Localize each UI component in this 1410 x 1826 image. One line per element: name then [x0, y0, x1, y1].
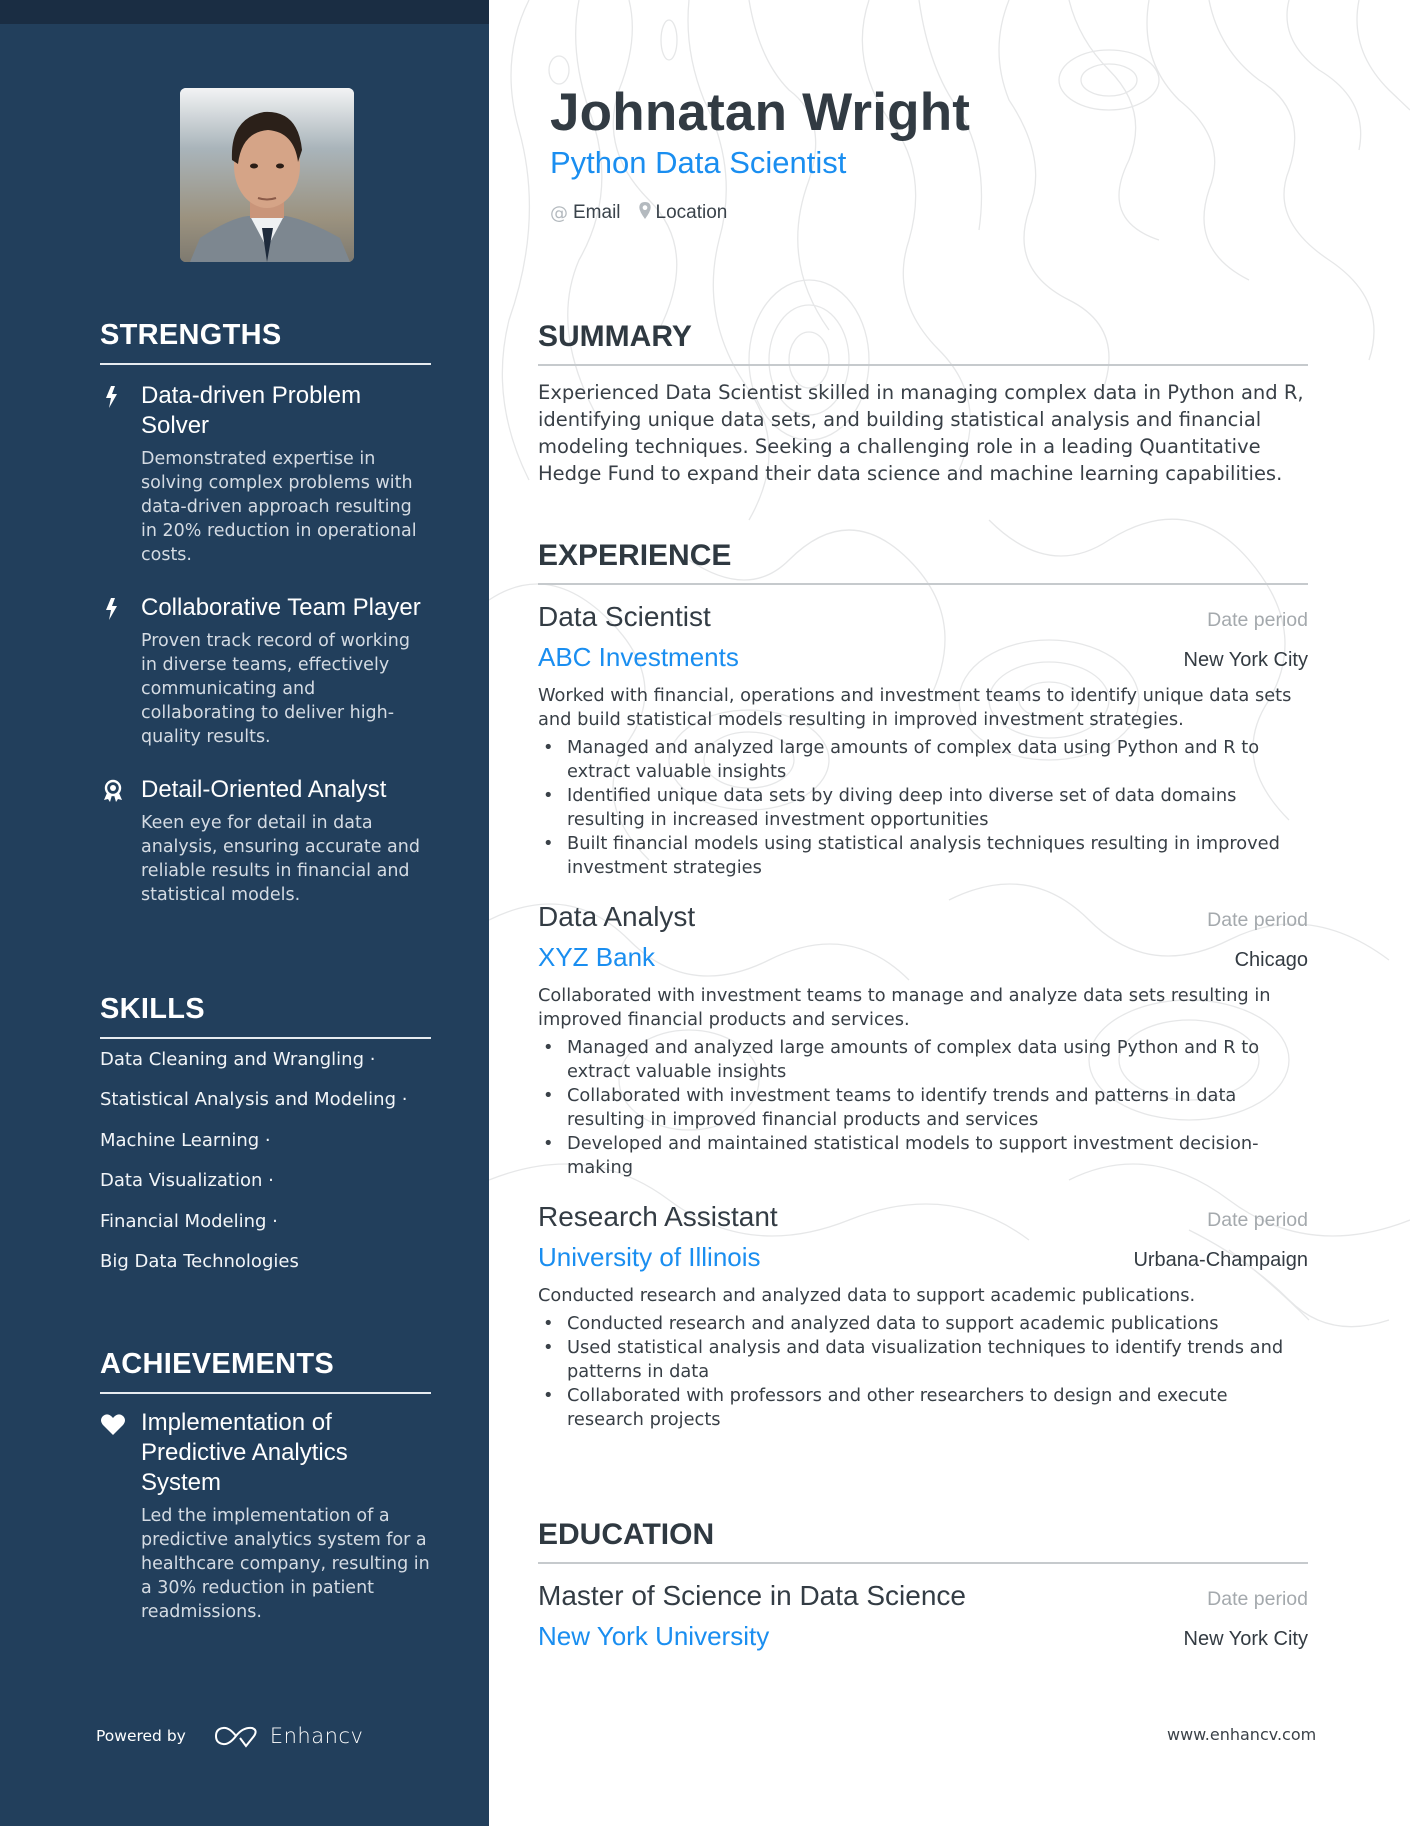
at-icon: @ — [550, 202, 568, 224]
experience-entry: Research Assistant Date period Universit… — [538, 1197, 1308, 1432]
degree-title: Master of Science in Data Science — [538, 1580, 966, 1611]
bolt-icon — [102, 385, 124, 409]
education-date: Date period — [1207, 1588, 1308, 1610]
achievements-heading: ACHIEVEMENTS — [100, 1348, 431, 1394]
job-description: Conducted research and analyzed data to … — [538, 1285, 1196, 1306]
company-name[interactable]: XYZ Bank — [538, 937, 655, 977]
job-date: Date period — [1207, 909, 1308, 931]
contact-info: @ Email Location — [550, 202, 745, 224]
job-location: Chicago — [1234, 949, 1308, 971]
sidebar-top-bar — [0, 0, 489, 24]
candidate-role: Python Data Scientist — [550, 145, 847, 180]
award-ribbon-icon — [102, 779, 124, 803]
job-description: Collaborated with investment teams to ma… — [538, 985, 1271, 1030]
location-pin-icon — [638, 202, 651, 224]
summary-heading: SUMMARY — [538, 320, 1308, 366]
job-title: Data Analyst — [538, 901, 696, 932]
strength-title: Detail-Oriented Analyst — [141, 775, 387, 803]
job-date: Date period — [1207, 609, 1308, 631]
job-bullets: Managed and analyzed large amounts of co… — [538, 1036, 1308, 1180]
strength-description: Keen eye for detail in data analysis, en… — [141, 812, 420, 905]
education-location: New York City — [1183, 1628, 1309, 1650]
skills-section: SKILLS Data Cleaning and Wrangling · Sta… — [100, 993, 431, 1291]
experience-section: EXPERIENCE Data Scientist Date period AB… — [538, 539, 1308, 1432]
skill-item: Data Visualization · — [100, 1170, 274, 1192]
main-content: Johnatan Wright Python Data Scientist @ … — [489, 0, 1410, 1826]
job-bullets: Conducted research and analyzed data to … — [538, 1312, 1308, 1432]
school-name[interactable]: New York University — [538, 1616, 769, 1656]
powered-by: Powered by Enhancv — [96, 1724, 363, 1748]
experience-entry: Data Scientist Date period ABC Investmen… — [538, 597, 1308, 880]
achievement-description: Led the implementation of a predictive a… — [141, 1505, 430, 1622]
portrait-image — [180, 88, 354, 262]
summary-section: SUMMARY Experienced Data Scientist skill… — [538, 320, 1308, 487]
contact-email[interactable]: @ Email — [550, 202, 621, 224]
education-heading: EDUCATION — [538, 1518, 1308, 1564]
bolt-icon — [102, 597, 124, 621]
bullet-item: Managed and analyzed large amounts of co… — [538, 736, 1308, 784]
heart-icon — [100, 1413, 126, 1437]
contact-email-label: Email — [573, 202, 621, 223]
education-entry: Master of Science in Data Science Date p… — [538, 1576, 1308, 1656]
strengths-section: STRENGTHS Data-driven Problem Solver Dem… — [100, 319, 431, 907]
education-section: EDUCATION Master of Science in Data Scie… — [538, 1518, 1308, 1656]
experience-heading: EXPERIENCE — [538, 539, 1308, 585]
strengths-heading: STRENGTHS — [100, 319, 431, 365]
website-link[interactable]: www.enhancv.com — [1167, 1725, 1316, 1744]
bullet-item: Developed and maintained statistical mod… — [538, 1132, 1308, 1180]
skills-heading: SKILLS — [100, 993, 431, 1039]
job-bullets: Managed and analyzed large amounts of co… — [538, 736, 1308, 880]
job-description: Worked with financial, operations and in… — [538, 685, 1292, 730]
enhancv-brand-name: Enhancv — [269, 1724, 364, 1748]
strength-title: Collaborative Team Player — [141, 593, 421, 621]
strength-item: Collaborative Team Player Proven track r… — [100, 593, 431, 749]
bullet-item: Used statistical analysis and data visua… — [538, 1336, 1308, 1384]
bullet-item: Identified unique data sets by diving de… — [538, 784, 1308, 832]
powered-by-label: Powered by — [96, 1727, 186, 1745]
achievement-item: Implementation of Predictive Analytics S… — [100, 1408, 431, 1624]
bullet-item: Collaborated with professors and other r… — [538, 1384, 1308, 1432]
company-name[interactable]: University of Illinois — [538, 1237, 761, 1277]
candidate-name: Johnatan Wright — [550, 83, 971, 142]
strength-item: Data-driven Problem Solver Demonstrated … — [100, 381, 431, 567]
enhancv-logo[interactable]: Enhancv — [214, 1724, 364, 1748]
job-location: New York City — [1183, 649, 1309, 671]
bullet-item: Collaborated with investment teams to id… — [538, 1084, 1308, 1132]
strength-description: Demonstrated expertise in solving comple… — [141, 448, 417, 565]
skill-item: Big Data Technologies — [100, 1251, 299, 1273]
summary-text: Experienced Data Scientist skilled in ma… — [538, 381, 1304, 485]
strength-item: Detail-Oriented Analyst Keen eye for det… — [100, 775, 431, 907]
job-title: Data Scientist — [538, 601, 711, 632]
achievements-section: ACHIEVEMENTS Implementation of Predictiv… — [100, 1348, 431, 1624]
experience-entry: Data Analyst Date period XYZ Bank Chicag… — [538, 897, 1308, 1180]
bullet-item: Managed and analyzed large amounts of co… — [538, 1036, 1308, 1084]
skill-item: Machine Learning · — [100, 1129, 271, 1151]
skill-item: Data Cleaning and Wrangling · — [100, 1048, 376, 1070]
skill-item: Financial Modeling · — [100, 1210, 278, 1232]
bullet-item: Conducted research and analyzed data to … — [538, 1312, 1308, 1336]
job-location: Urbana-Champaign — [1133, 1249, 1308, 1271]
strength-description: Proven track record of working in divers… — [141, 630, 410, 747]
achievement-title: Implementation of Predictive Analytics S… — [141, 1408, 348, 1496]
contact-location-label: Location — [655, 202, 728, 223]
company-name[interactable]: ABC Investments — [538, 637, 739, 677]
contact-location: Location — [638, 202, 728, 224]
bullet-item: Built financial models using statistical… — [538, 832, 1308, 880]
profile-photo — [180, 88, 354, 262]
job-title: Research Assistant — [538, 1201, 778, 1232]
sidebar: STRENGTHS Data-driven Problem Solver Dem… — [0, 0, 489, 1826]
enhancv-infinity-icon — [214, 1726, 257, 1748]
strength-title: Data-driven Problem Solver — [141, 381, 362, 439]
job-date: Date period — [1207, 1209, 1308, 1231]
resume-body: Johnatan Wright Python Data Scientist @ … — [489, 0, 1410, 1826]
skills-list: Data Cleaning and Wrangling · Statistica… — [100, 1048, 431, 1275]
skill-item: Statistical Analysis and Modeling · — [100, 1089, 408, 1111]
